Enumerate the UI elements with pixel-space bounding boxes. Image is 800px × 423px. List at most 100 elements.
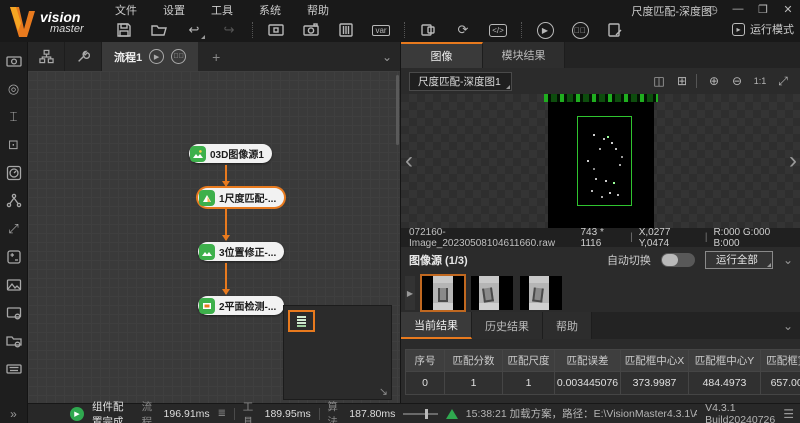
thumbnail-expand-icon[interactable]: ▶ (405, 276, 415, 310)
display-settings-icon[interactable] (5, 304, 23, 322)
thumbnail-3[interactable] (520, 276, 562, 310)
script-icon[interactable]: </> (486, 20, 510, 40)
calculator-icon[interactable] (5, 248, 23, 266)
edit-scheme-icon[interactable] (603, 20, 627, 40)
split-view-icon[interactable]: ◫ (649, 72, 669, 90)
source-bar-collapse-icon[interactable]: ⌄ (783, 253, 793, 267)
flow-tabbar-collapse-icon[interactable]: ⌄ (382, 50, 400, 64)
camera-icon[interactable] (299, 20, 323, 40)
cell-match-center-y: 484.4973 (689, 372, 761, 395)
module-list-icon[interactable] (334, 20, 358, 40)
result-tab-bar: 当前结果 历史结果 帮助 ⌄ (401, 312, 800, 339)
flow-wrench-icon[interactable] (65, 42, 102, 71)
log-list-icon[interactable]: ☰ (783, 407, 794, 421)
run-continuous-icon[interactable]: ▶⃕ (568, 20, 592, 40)
grid-view-icon[interactable]: ⊞ (672, 72, 692, 90)
flow-canvas[interactable]: 03D图像源1 1尺度匹配-... 3位置修正-... (28, 71, 400, 403)
slider-handle[interactable] (425, 409, 428, 419)
zoom-one-to-one-icon[interactable]: 1:1 (750, 72, 770, 90)
prev-image-chevron-icon[interactable]: ‹ (405, 152, 413, 170)
alignment-network-icon[interactable] (5, 192, 23, 210)
minimize-button[interactable]: — (730, 1, 746, 17)
run-mode-label: 运行模式 (750, 21, 794, 37)
menu-tools[interactable]: 工具 (211, 2, 233, 18)
fit-window-icon[interactable]: ⤢ (773, 72, 793, 90)
undo-icon[interactable]: ↩ (182, 20, 206, 40)
image-filename: 072160-Image_20230508104611660.raw (409, 227, 581, 249)
tab-module-result[interactable]: 模块结果 (483, 42, 565, 68)
flow-time-label: 流程 (142, 399, 156, 423)
result-table-header: 序号 匹配分数 匹配尺度 匹配误差 匹配框中心X 匹配框中心Y 匹配框宽度 (405, 349, 800, 372)
flow-node-plane-detect[interactable]: 2平面检测-... (198, 296, 284, 315)
folder-settings-icon[interactable] (5, 332, 23, 350)
flow-canvas-scrollbar[interactable] (396, 75, 399, 145)
flow-tab-1[interactable]: 流程1 ▶ ▶⃕ (102, 42, 198, 71)
recognition-region-icon[interactable]: ⊡ (5, 136, 23, 154)
zoom-out-icon[interactable]: ⊖ (727, 72, 747, 90)
run-once-icon[interactable]: ▶ (533, 20, 557, 40)
close-button[interactable]: ✕ (780, 1, 796, 17)
run-all-button[interactable]: 运行全部 (705, 251, 773, 269)
time-detail-icon[interactable]: ≣ (218, 408, 226, 419)
result-bar-collapse-icon[interactable]: ⌄ (783, 319, 800, 333)
open-folder-icon[interactable] (147, 20, 171, 40)
snapshot-window-icon[interactable] (264, 20, 288, 40)
save-icon[interactable] (112, 20, 136, 40)
minimap-viewport-box[interactable] (288, 310, 315, 332)
keyboard-icon[interactable] (5, 360, 23, 378)
result-table-row[interactable]: 0 1 1 0.003445076 373.9987 484.4973 657.… (405, 372, 800, 395)
visionmaster-window: vision master 文件 设置 工具 系统 帮助 尺度匹配-深度图 ◷ … (0, 0, 800, 423)
depth-image[interactable] (548, 94, 654, 228)
tab-history-result[interactable]: 历史结果 (472, 312, 543, 339)
app-logo: vision master (8, 3, 108, 41)
menu-settings[interactable]: 设置 (163, 2, 185, 18)
menu-file[interactable]: 文件 (115, 2, 137, 18)
maximize-button[interactable]: ❐ (755, 1, 771, 17)
menu-system[interactable]: 系统 (259, 2, 281, 18)
tab-image[interactable]: 图像 (401, 42, 483, 68)
image-resolution: 743 * 1116 (581, 227, 625, 249)
thumbnail-strip: ▶ (405, 274, 797, 312)
status-divider (319, 408, 320, 420)
image-viewer[interactable]: ‹ › (401, 94, 800, 228)
dropdown-corner-icon (506, 85, 510, 89)
locate-target-icon[interactable]: ◎ (5, 80, 23, 98)
sync-icon[interactable]: ⟳ (451, 20, 475, 40)
tab-current-result[interactable]: 当前结果 (401, 312, 472, 339)
runtime-clock-icon[interactable]: ◷ (705, 1, 721, 17)
run-mode-button[interactable]: ▸ 运行模式 (732, 21, 794, 37)
status-message: 组件配置完成 (92, 399, 134, 423)
flow-node-scale-match[interactable]: 1尺度匹配-... (198, 188, 284, 207)
thumbnail-2[interactable] (471, 276, 513, 310)
timer-icon[interactable] (5, 164, 23, 182)
zoom-in-icon[interactable]: ⊕ (704, 72, 724, 90)
node-label: 3位置修正-... (219, 244, 276, 259)
image-source-select[interactable]: 尺度匹配-深度图1 (409, 72, 512, 91)
flow-node-position-fix[interactable]: 3位置修正-... (198, 242, 284, 261)
transform-icon[interactable]: ⤢ (5, 220, 23, 238)
tool-time-label: 工具 (243, 399, 257, 423)
tool-time-value: 189.95ms (265, 408, 311, 420)
add-flow-tab-button[interactable]: + (198, 42, 234, 71)
flow-node-image-source[interactable]: 03D图像源1 (189, 144, 272, 163)
device-io-icon[interactable] (416, 20, 440, 40)
acquisition-camera-icon[interactable] (5, 52, 23, 70)
flow-run-once-icon[interactable]: ▶ (149, 49, 164, 64)
tab-help[interactable]: 帮助 (543, 312, 592, 339)
next-image-chevron-icon[interactable]: › (789, 152, 797, 170)
flow-run-loop-icon[interactable]: ▶⃕ (171, 49, 186, 64)
speed-slider[interactable] (403, 413, 437, 415)
auto-switch-toggle[interactable] (661, 253, 695, 267)
sidebar-more-icon[interactable]: » (10, 407, 17, 421)
flow-minimap[interactable]: ↘ (283, 305, 392, 400)
image-process-icon[interactable] (5, 276, 23, 294)
thumbnail-1[interactable] (422, 276, 464, 310)
logo-v-icon (8, 5, 38, 39)
global-variable-icon[interactable]: var (369, 20, 393, 40)
minimap-resize-icon[interactable]: ↘ (379, 385, 388, 398)
flow-hierarchy-icon[interactable] (28, 42, 65, 71)
status-run-icon: ▶ (70, 407, 84, 421)
redo-icon[interactable]: ↪ (217, 20, 241, 40)
menu-help[interactable]: 帮助 (307, 2, 329, 18)
measure-icon[interactable]: ⌶ (5, 108, 23, 126)
